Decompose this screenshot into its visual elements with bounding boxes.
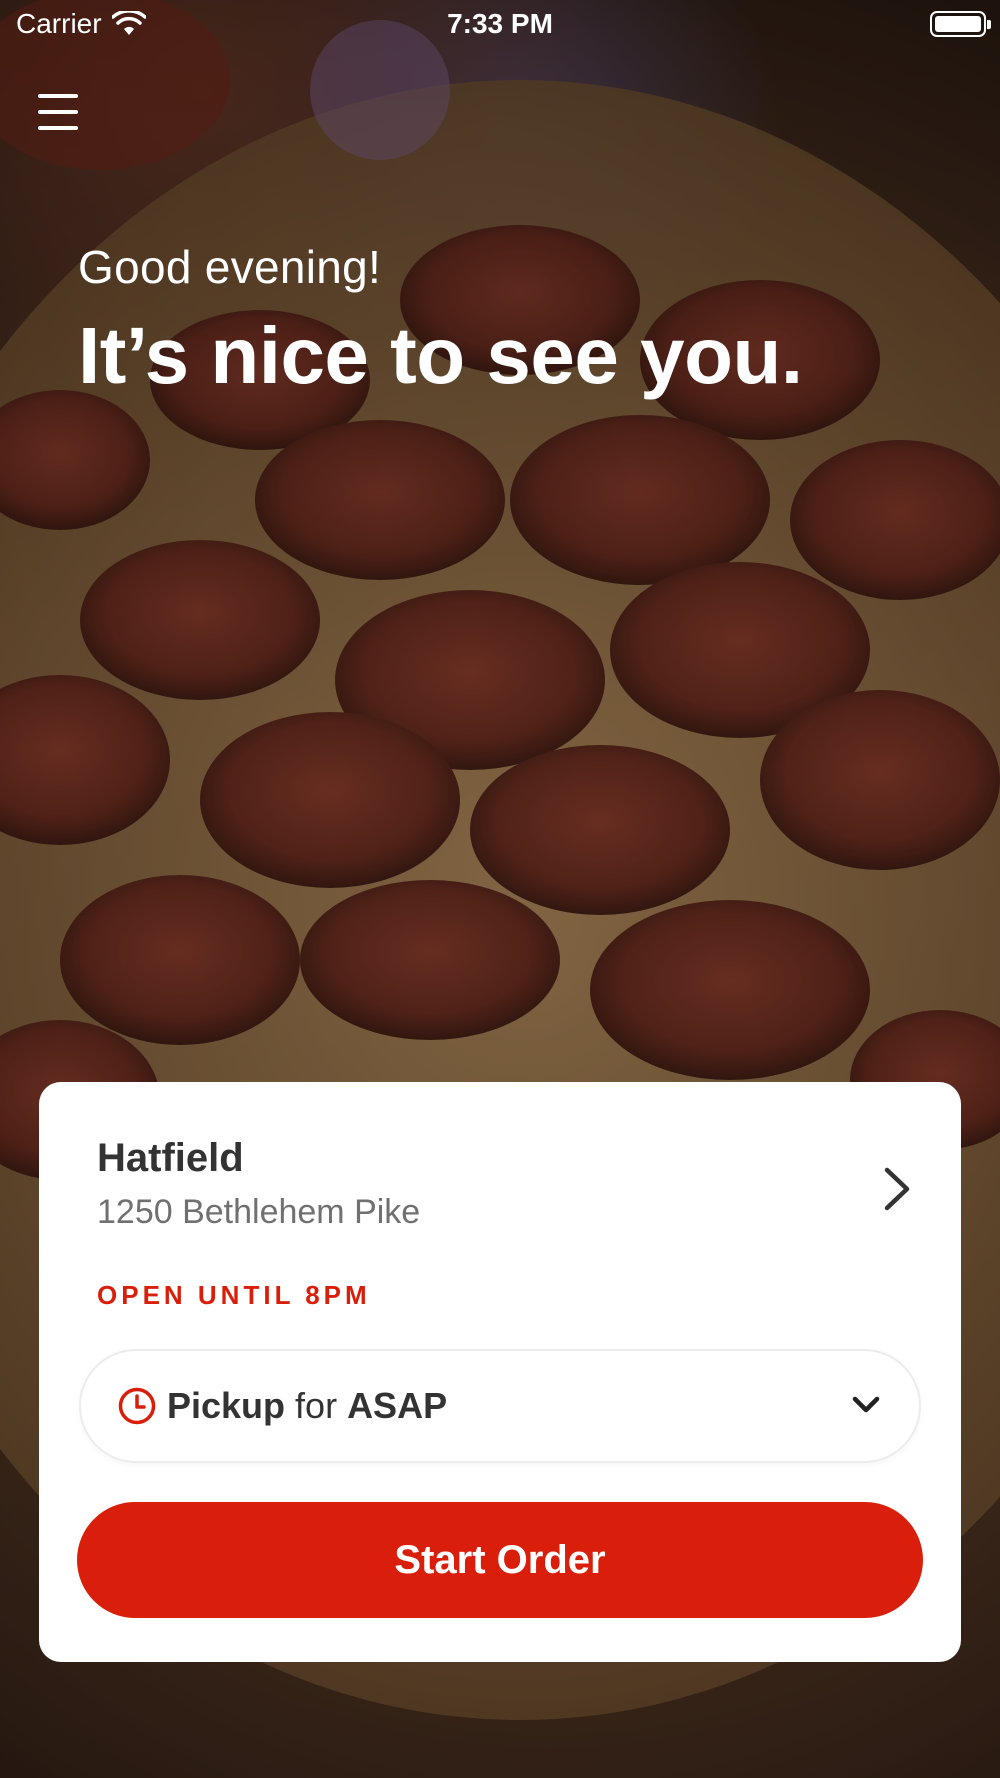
greeting: Good evening! It’s nice to see you. <box>78 240 803 402</box>
order-connector: for <box>295 1385 338 1426</box>
order-type-dropdown[interactable]: Pickup for ASAP <box>79 1349 921 1463</box>
greeting-title: It’s nice to see you. <box>78 311 803 400</box>
app-screen: Carrier 7:33 PM Good evening! It’s nice … <box>0 0 1000 1778</box>
status-bar: Carrier 7:33 PM <box>0 0 1000 50</box>
order-card: Hatfield 1250 Bethlehem Pike OPEN UNTIL … <box>39 1082 961 1662</box>
order-type-text: Pickup for ASAP <box>167 1385 447 1427</box>
location-selector[interactable]: Hatfield 1250 Bethlehem Pike <box>97 1136 921 1256</box>
order-time: ASAP <box>347 1385 448 1426</box>
status-time: 7:33 PM <box>447 8 553 39</box>
start-order-button[interactable]: Start Order <box>77 1502 923 1618</box>
clock-icon <box>118 1387 156 1425</box>
location-name: Hatfield <box>97 1136 244 1180</box>
battery-icon <box>930 11 991 37</box>
order-mode: Pickup <box>167 1385 286 1426</box>
chevron-down-icon <box>852 1396 880 1413</box>
menu-icon[interactable] <box>38 94 78 130</box>
chevron-right-icon <box>884 1167 910 1211</box>
location-address: 1250 Bethlehem Pike <box>97 1193 421 1231</box>
greeting-subtitle: Good evening! <box>78 241 382 293</box>
open-status-label: OPEN UNTIL 8PM <box>97 1280 371 1310</box>
